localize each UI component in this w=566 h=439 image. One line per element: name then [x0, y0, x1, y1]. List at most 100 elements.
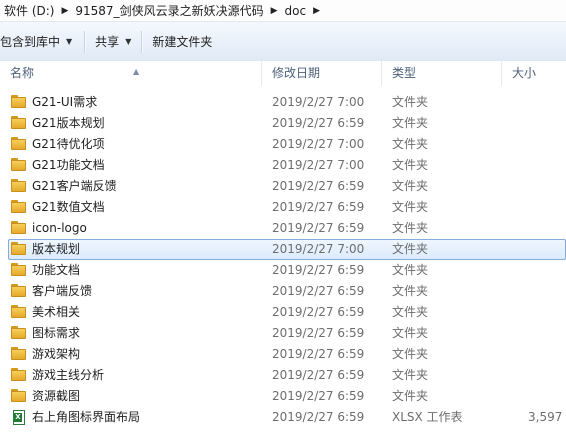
- file-modified-date: 2019/2/27 6:59: [272, 263, 365, 277]
- folder-icon: [11, 221, 27, 235]
- column-header-date[interactable]: 修改日期: [262, 61, 382, 86]
- file-size: [528, 113, 566, 134]
- file-type: 文件夹: [392, 368, 429, 382]
- file-row[interactable]: G21待优化项 2019/2/27 7:00 文件夹: [0, 134, 566, 155]
- folder-icon: [11, 347, 27, 361]
- file-row[interactable]: 美术相关 2019/2/27 6:59 文件夹: [0, 302, 566, 323]
- file-row[interactable]: G21客户端反馈 2019/2/27 6:59 文件夹: [0, 176, 566, 197]
- file-size: [528, 134, 566, 155]
- file-row[interactable]: 资源截图 2019/2/27 6:59 文件夹: [0, 386, 566, 407]
- file-modified-date: 2019/2/27 6:59: [272, 368, 365, 382]
- file-modified-date: 2019/2/27 7:00: [272, 95, 365, 109]
- file-size: [528, 323, 566, 344]
- file-name: 图标需求: [32, 326, 81, 340]
- file-modified-date: 2019/2/27 7:00: [272, 242, 365, 256]
- file-name: G21数值文档: [32, 200, 105, 214]
- folder-icon: [11, 389, 27, 403]
- new-folder-label: 新建文件夹: [152, 35, 213, 49]
- file-size: [528, 365, 566, 386]
- file-modified-date: 2019/2/27 6:59: [272, 410, 365, 424]
- folder-icon: [11, 305, 27, 319]
- file-row[interactable]: 功能文档 2019/2/27 6:59 文件夹: [0, 260, 566, 281]
- file-modified-date: 2019/2/27 6:59: [272, 200, 365, 214]
- file-name: G21功能文档: [32, 158, 105, 172]
- file-name: G21-UI需求: [32, 95, 98, 109]
- file-row[interactable]: G21数值文档 2019/2/27 6:59 文件夹: [0, 197, 566, 218]
- new-folder-button[interactable]: 新建文件夹: [142, 29, 222, 55]
- file-name: 版本规划: [32, 242, 81, 256]
- file-size: [528, 302, 566, 323]
- file-row[interactable]: G21功能文档 2019/2/27 7:00 文件夹: [0, 155, 566, 176]
- file-type: 文件夹: [392, 95, 429, 109]
- file-name: 资源截图: [32, 389, 81, 403]
- file-name: 功能文档: [32, 263, 81, 277]
- include-in-library-button[interactable]: 包含到库中 ▼: [0, 29, 84, 55]
- file-type: 文件夹: [392, 305, 429, 319]
- folder-icon: [11, 95, 27, 109]
- address-bar[interactable]: 软件 (D:) ▶ 91587_剑侠风云录之新妖决源代码 ▶ doc ▶: [0, 0, 566, 22]
- breadcrumb-project-folder[interactable]: 91587_剑侠风云录之新妖决源代码: [71, 2, 267, 19]
- file-type: 文件夹: [392, 200, 429, 214]
- file-type: 文件夹: [392, 263, 429, 277]
- folder-icon: [11, 242, 27, 256]
- folder-icon: [11, 326, 27, 340]
- file-row[interactable]: G21版本规划 2019/2/27 6:59 文件夹: [0, 113, 566, 134]
- file-type: XLSX 工作表: [392, 410, 463, 424]
- file-type: 文件夹: [392, 242, 429, 256]
- folder-icon: [11, 284, 27, 298]
- folder-icon: [11, 116, 27, 130]
- file-type: 文件夹: [392, 326, 429, 340]
- command-toolbar: 包含到库中 ▼ 共享 ▼ 新建文件夹: [0, 22, 566, 62]
- file-size: [528, 218, 566, 239]
- file-type: 文件夹: [392, 137, 429, 151]
- column-header-size[interactable]: 大小: [502, 61, 566, 86]
- column-header-type-label: 类型: [392, 66, 417, 80]
- sort-ascending-icon: ▲: [133, 67, 140, 76]
- file-name: icon-logo: [32, 221, 87, 235]
- share-label: 共享: [95, 35, 120, 49]
- breadcrumb-separator-icon[interactable]: ▶: [58, 6, 71, 16]
- file-size: [528, 386, 566, 407]
- file-row[interactable]: X 右上角图标界面布局 2019/2/27 6:59 XLSX 工作表 3,597 K: [0, 407, 566, 428]
- breadcrumb-doc-folder[interactable]: doc: [281, 4, 311, 18]
- file-size: [528, 155, 566, 176]
- breadcrumb-drive[interactable]: 软件 (D:): [0, 2, 58, 19]
- file-type: 文件夹: [392, 158, 429, 172]
- file-row[interactable]: 游戏主线分析 2019/2/27 6:59 文件夹: [0, 365, 566, 386]
- file-row[interactable]: 客户端反馈 2019/2/27 6:59 文件夹: [0, 281, 566, 302]
- file-size: [528, 239, 566, 260]
- folder-icon: [11, 137, 27, 151]
- file-modified-date: 2019/2/27 7:00: [272, 137, 365, 151]
- file-modified-date: 2019/2/27 6:59: [272, 389, 365, 403]
- file-row[interactable]: 图标需求 2019/2/27 6:59 文件夹: [0, 323, 566, 344]
- breadcrumb-separator-icon[interactable]: ▶: [268, 6, 281, 16]
- file-name: G21客户端反馈: [32, 179, 117, 193]
- column-header-size-label: 大小: [512, 66, 537, 80]
- file-row[interactable]: 游戏架构 2019/2/27 6:59 文件夹: [0, 344, 566, 365]
- file-type: 文件夹: [392, 179, 429, 193]
- file-modified-date: 2019/2/27 6:59: [272, 284, 365, 298]
- file-row[interactable]: 版本规划 2019/2/27 7:00 文件夹: [0, 239, 566, 260]
- share-button[interactable]: 共享 ▼: [85, 29, 141, 55]
- file-modified-date: 2019/2/27 6:59: [272, 326, 365, 340]
- file-name: 游戏架构: [32, 347, 81, 361]
- file-row[interactable]: G21-UI需求 2019/2/27 7:00 文件夹: [0, 92, 566, 113]
- file-name: G21版本规划: [32, 116, 105, 130]
- folder-icon: [11, 368, 27, 382]
- breadcrumb-separator-icon[interactable]: ▶: [310, 6, 323, 16]
- file-name: G21待优化项: [32, 137, 105, 151]
- folder-icon: [11, 179, 27, 193]
- file-modified-date: 2019/2/27 6:59: [272, 347, 365, 361]
- file-size: [528, 344, 566, 365]
- dropdown-arrow-icon: ▼: [66, 37, 73, 46]
- column-header-type[interactable]: 类型: [382, 61, 502, 86]
- column-header-name[interactable]: ▲ 名称: [0, 61, 262, 86]
- file-modified-date: 2019/2/27 6:59: [272, 179, 365, 193]
- folder-icon: [11, 158, 27, 172]
- file-row[interactable]: icon-logo 2019/2/27 6:59 文件夹: [0, 218, 566, 239]
- file-modified-date: 2019/2/27 6:59: [272, 221, 365, 235]
- file-size: [528, 197, 566, 218]
- file-name: 游戏主线分析: [32, 368, 105, 382]
- file-size: [528, 92, 566, 113]
- file-size: [528, 281, 566, 302]
